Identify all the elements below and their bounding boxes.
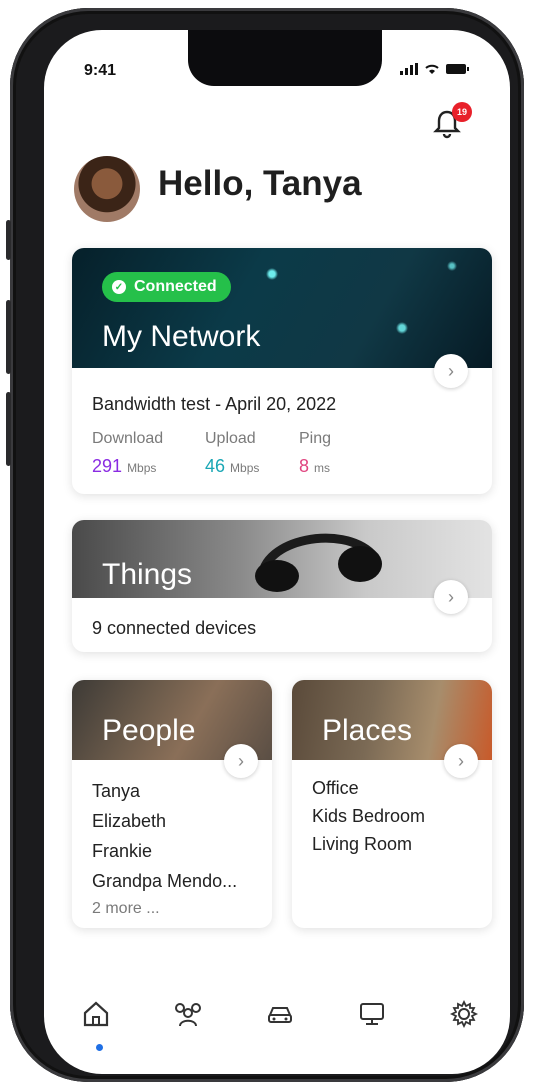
monitor-icon bbox=[360, 1003, 384, 1025]
screen: 9:41 19 Hello, Tanya ✓ Connected My Netw… bbox=[44, 30, 510, 1074]
people-icon bbox=[175, 1003, 201, 1027]
places-chevron-button[interactable]: › bbox=[444, 744, 478, 778]
chevron-right-icon: › bbox=[448, 360, 454, 381]
things-title: Things bbox=[102, 558, 193, 591]
chevron-right-icon: › bbox=[238, 750, 244, 771]
nav-things[interactable] bbox=[260, 994, 300, 1034]
avatar[interactable] bbox=[74, 156, 140, 222]
nav-home[interactable] bbox=[76, 994, 116, 1034]
places-title: Places bbox=[322, 714, 413, 747]
status-icons bbox=[400, 63, 470, 75]
people-chevron-button[interactable]: › bbox=[224, 744, 258, 778]
people-title: People bbox=[102, 714, 196, 747]
things-subtitle: 9 connected devices bbox=[92, 618, 257, 638]
upload-label: Upload bbox=[205, 430, 256, 447]
list-item[interactable]: Living Room bbox=[312, 830, 425, 858]
list-item[interactable]: Tanya bbox=[92, 776, 237, 806]
chevron-right-icon: › bbox=[458, 750, 464, 771]
things-card[interactable]: Things › 9 connected devices bbox=[72, 520, 492, 652]
car-icon bbox=[268, 1007, 292, 1023]
chevron-right-icon: › bbox=[448, 586, 454, 607]
battery-icon bbox=[446, 64, 469, 74]
nav-people[interactable] bbox=[168, 994, 208, 1034]
settings-icon bbox=[449, 999, 479, 1029]
list-item[interactable]: Grandpa Mendo... bbox=[92, 866, 237, 896]
ping-value: 8 ms bbox=[299, 456, 331, 476]
status-time: 9:41 bbox=[84, 62, 117, 79]
list-item[interactable]: Office bbox=[312, 774, 425, 802]
places-card[interactable]: Places › Office Kids Bedroom Living Room bbox=[292, 680, 492, 928]
notch bbox=[188, 30, 382, 86]
check-icon: ✓ bbox=[112, 280, 126, 294]
things-chevron-button[interactable]: › bbox=[434, 580, 468, 614]
wifi-icon bbox=[425, 64, 439, 74]
active-indicator bbox=[96, 1044, 103, 1051]
people-list: Tanya Elizabeth Frankie Grandpa Mendo...… bbox=[92, 776, 237, 922]
headphones-image bbox=[255, 533, 382, 592]
home-icon bbox=[83, 1001, 109, 1027]
volume-down-button bbox=[6, 392, 11, 466]
places-list: Office Kids Bedroom Living Room bbox=[312, 774, 425, 858]
greeting: Hello, Tanya bbox=[158, 164, 362, 203]
bottom-nav bbox=[44, 954, 510, 1074]
phone-frame: 9:41 19 Hello, Tanya ✓ Connected My Netw… bbox=[6, 8, 524, 1082]
connected-badge: ✓ Connected bbox=[102, 272, 231, 302]
mute-switch bbox=[6, 220, 11, 260]
nav-settings[interactable] bbox=[444, 994, 484, 1034]
notification-badge: 19 bbox=[452, 102, 472, 122]
network-title: My Network bbox=[102, 320, 261, 353]
signal-icon bbox=[400, 63, 418, 75]
bandwidth-test-label: Bandwidth test - April 20, 2022 bbox=[92, 394, 337, 414]
network-card[interactable]: ✓ Connected My Network › Bandwidth test … bbox=[72, 248, 492, 494]
list-item[interactable]: Frankie bbox=[92, 836, 237, 866]
download-value: 291 Mbps bbox=[92, 456, 157, 476]
people-card[interactable]: People › Tanya Elizabeth Frankie Grandpa… bbox=[72, 680, 272, 928]
network-chevron-button[interactable]: › bbox=[434, 354, 468, 388]
download-label: Download bbox=[92, 430, 164, 447]
notifications-button[interactable]: 19 bbox=[430, 102, 472, 140]
upload-value: 46 Mbps bbox=[205, 456, 260, 476]
people-more-link[interactable]: 2 more ... bbox=[92, 896, 237, 922]
volume-up-button bbox=[6, 300, 11, 374]
list-item[interactable]: Kids Bedroom bbox=[312, 802, 425, 830]
nav-devices[interactable] bbox=[352, 994, 392, 1034]
ping-label: Ping bbox=[299, 430, 332, 447]
connected-label: Connected bbox=[134, 278, 217, 295]
list-item[interactable]: Elizabeth bbox=[92, 806, 237, 836]
